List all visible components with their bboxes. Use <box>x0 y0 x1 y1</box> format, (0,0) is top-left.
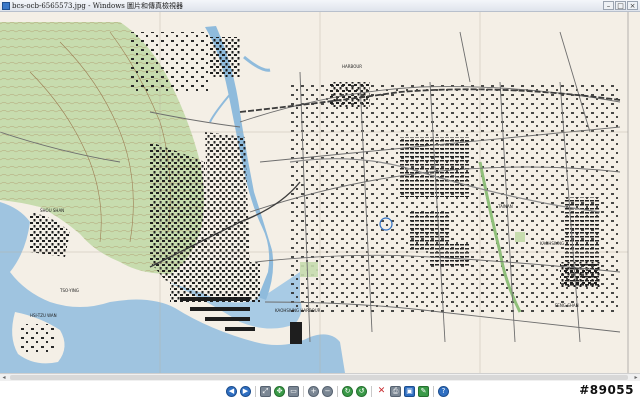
help-button[interactable]: ? <box>438 385 449 397</box>
zoom-in-icon: + <box>310 387 317 395</box>
toolbar-buttons: ◀ ▶ ⤢ ✥ ▭ + − ↻ ↺ ✕ ⎙ ▣ ✎ ? <box>226 385 449 397</box>
print-icon: ⎙ <box>392 386 399 395</box>
delete-icon: ✕ <box>377 386 386 396</box>
slideshow-button[interactable]: ▭ <box>288 385 299 397</box>
zoom-out-button[interactable]: − <box>322 385 333 397</box>
actual-size-button[interactable]: ✥ <box>274 385 285 397</box>
window-title: bcs-ocb-6565573.jpg - Windows 圖片和傳真檢視器 <box>12 2 184 10</box>
zoom-in-button[interactable]: + <box>308 385 319 397</box>
map-label: TAINAN <box>497 204 513 209</box>
print-button[interactable]: ⎙ <box>390 385 401 397</box>
open-editor-icon: ✎ <box>420 387 427 395</box>
map-label: HSI-TZU WAN <box>30 313 57 318</box>
close-button[interactable]: × <box>627 1 638 10</box>
save-copy-button[interactable]: ▣ <box>404 385 415 397</box>
best-fit-icon: ⤢ <box>262 386 269 395</box>
window-controls: – □ × <box>603 1 638 11</box>
toolbar-separator <box>303 385 304 397</box>
rotate-counterclockwise-icon: ↺ <box>358 387 365 395</box>
save-copy-icon: ▣ <box>406 387 413 395</box>
rotate-clockwise-icon: ↻ <box>344 387 351 395</box>
slideshow-icon: ▭ <box>290 387 297 395</box>
rotate-counterclockwise-button[interactable]: ↺ <box>356 385 367 397</box>
map-label: KAOHSIUNG HARBOUR <box>275 308 321 313</box>
map-label: HARBOUR <box>342 64 362 69</box>
next-image-button[interactable]: ▶ <box>240 385 251 397</box>
help-icon: ? <box>441 387 446 395</box>
previous-image-button[interactable]: ◀ <box>226 385 237 397</box>
viewer-toolbar: ◀ ▶ ⤢ ✥ ▭ + − ↻ ↺ ✕ ⎙ ▣ ✎ ? <box>0 381 640 400</box>
open-editor-button[interactable]: ✎ <box>418 385 429 397</box>
toolbar-separator <box>371 385 372 397</box>
next-image-icon: ▶ <box>242 387 249 395</box>
photo-viewer-app-icon <box>2 2 10 10</box>
toolbar-separator <box>337 385 338 397</box>
map-label: KAOHSIUNG <box>540 241 564 246</box>
minimize-button[interactable]: – <box>603 1 614 10</box>
horizontal-scrollbar[interactable]: ◂ ▸ <box>0 373 640 381</box>
map-label: TSO-YING <box>59 288 79 293</box>
image-viewport[interactable]: HARBOUR TAINAN KAOHSIUNG SHOU SHAN KAOHS… <box>0 12 640 373</box>
previous-image-icon: ◀ <box>228 387 235 395</box>
scroll-left-arrow-icon[interactable]: ◂ <box>0 374 8 381</box>
topographic-map: HARBOUR TAINAN KAOHSIUNG SHOU SHAN KAOHS… <box>0 12 640 373</box>
watermark-id: #89055 <box>579 383 634 397</box>
best-fit-button[interactable]: ⤢ <box>260 385 271 397</box>
scrollbar-thumb[interactable] <box>10 375 628 380</box>
toolbar-separator <box>255 385 256 397</box>
maximize-button[interactable]: □ <box>615 1 626 10</box>
title-bar[interactable]: bcs-ocb-6565573.jpg - Windows 圖片和傳真檢視器 –… <box>0 0 640 12</box>
map-label: SHOU SHAN <box>40 208 64 213</box>
actual-size-icon: ✥ <box>276 387 283 395</box>
scroll-right-arrow-icon[interactable]: ▸ <box>632 374 640 381</box>
map-label: FENG-SHAN <box>555 303 579 308</box>
delete-button[interactable]: ✕ <box>376 386 387 397</box>
toolbar-separator <box>433 385 434 397</box>
zoom-out-icon: − <box>324 387 331 395</box>
rotate-clockwise-button[interactable]: ↻ <box>342 385 353 397</box>
